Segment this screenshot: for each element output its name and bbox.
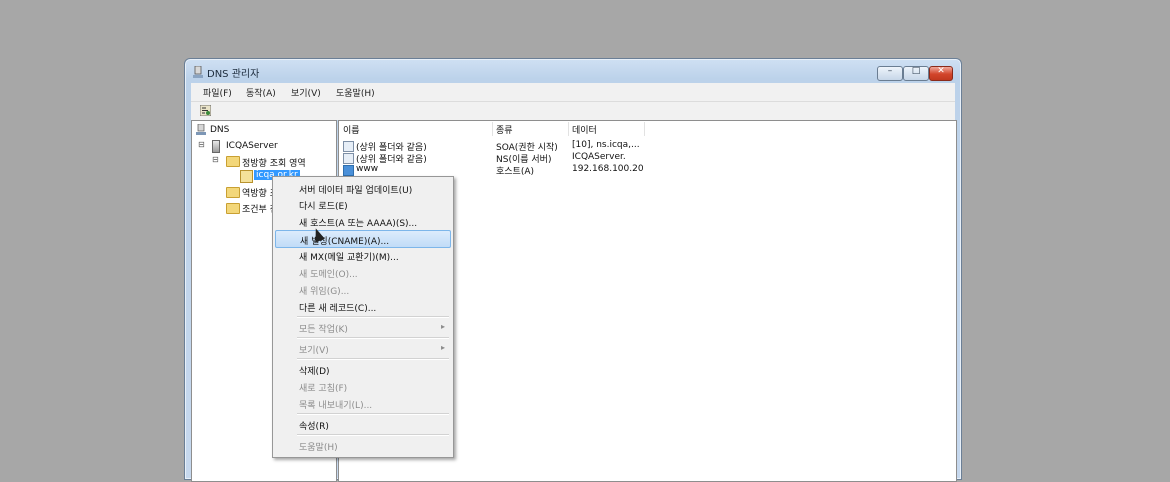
menu-separator <box>297 316 449 318</box>
menu-file[interactable]: 파일(F) <box>203 86 232 99</box>
context-menu: 서버 데이터 파일 업데이트(U) 다시 로드(E) 새 호스트(A 또는 AA… <box>272 176 454 458</box>
menu-item-new-alias[interactable]: 새 별칭(CNAME)(A)... <box>275 230 451 248</box>
close-icon: ✕ <box>937 66 945 76</box>
record-data: 192.168.100.20 <box>572 164 644 174</box>
record-icon <box>343 141 354 152</box>
menu-help[interactable]: 도움말(H) <box>336 86 375 99</box>
menu-item-reload[interactable]: 다시 로드(E) <box>275 196 451 212</box>
tree-item-dns[interactable]: DNS <box>210 125 229 135</box>
menu-action[interactable]: 동작(A) <box>246 86 276 99</box>
console-tree-icon[interactable] <box>200 105 211 116</box>
column-divider[interactable] <box>568 122 569 136</box>
menu-separator <box>297 337 449 339</box>
collapse-icon[interactable]: ⊟ <box>212 155 219 164</box>
folder-icon <box>226 156 240 167</box>
zone-icon <box>240 170 253 183</box>
column-header-type[interactable]: 종류 <box>496 123 513 136</box>
menu-item-new-mx[interactable]: 새 MX(메일 교환기)(M)... <box>275 247 451 263</box>
tree-item-forward-zone[interactable]: 정방향 조회 영역 <box>242 156 306 169</box>
record-type: 호스트(A) <box>496 167 535 177</box>
menu-item-help: 도움말(H) <box>299 443 338 453</box>
tree-item-server[interactable]: ICQAServer <box>226 141 278 151</box>
menu-item-new-delegation: 새 위임(G)... <box>299 287 350 297</box>
menu-item-view: 보기(V) ▸ <box>299 343 445 356</box>
menu-item-delete[interactable]: 삭제(D) <box>275 361 451 377</box>
column-header-name[interactable]: 이름 <box>343 123 360 136</box>
submenu-arrow-icon: ▸ <box>440 322 445 331</box>
column-divider[interactable] <box>492 122 493 136</box>
host-record-icon <box>343 165 354 176</box>
toolbar <box>191 101 955 120</box>
menu-item-update-server-file[interactable]: 서버 데이터 파일 업데이트(U) <box>275 180 451 196</box>
menu-separator <box>297 413 449 415</box>
dns-server-icon <box>193 66 203 78</box>
folder-icon <box>226 203 240 214</box>
server-icon <box>212 140 220 153</box>
record-icon <box>343 153 354 164</box>
column-header-data[interactable]: 데이터 <box>572 123 597 136</box>
minimize-icon: – <box>887 66 893 76</box>
menu-item-other-new-records[interactable]: 다른 새 레코드(C)... <box>275 298 451 314</box>
record-data: ICQAServer. <box>572 152 626 162</box>
close-button[interactable]: ✕ <box>929 66 953 81</box>
column-divider[interactable] <box>644 122 645 136</box>
menu-item-new-host[interactable]: 새 호스트(A 또는 AAAA)(S)... <box>275 213 451 229</box>
menu-item-properties[interactable]: 속성(R) <box>275 416 451 432</box>
menu-separator <box>297 434 449 436</box>
menu-item-new-domain: 새 도메인(O)... <box>299 270 358 280</box>
record-name[interactable]: www <box>356 164 378 174</box>
collapse-icon[interactable]: ⊟ <box>198 140 205 149</box>
menu-view[interactable]: 보기(V) <box>291 86 321 99</box>
menu-bar: 파일(F) 동작(A) 보기(V) 도움말(H) <box>191 83 955 101</box>
maximize-icon: □ <box>911 66 921 76</box>
window-title: DNS 관리자 <box>207 69 260 80</box>
folder-icon <box>226 187 240 198</box>
menu-separator <box>297 358 449 360</box>
record-data: [10], ns.icqa,... <box>572 140 640 150</box>
menu-item-export-list: 목록 내보내기(L)... <box>299 401 373 411</box>
menu-item-all-tasks: 모든 작업(K) ▸ <box>299 322 445 335</box>
dns-root-icon <box>196 124 206 135</box>
title-bar[interactable]: DNS 관리자 – □ ✕ <box>185 59 961 83</box>
menu-item-refresh: 새로 고침(F) <box>299 384 348 394</box>
maximize-button[interactable]: □ <box>903 66 929 81</box>
submenu-arrow-icon: ▸ <box>440 343 445 352</box>
minimize-button[interactable]: – <box>877 66 903 81</box>
